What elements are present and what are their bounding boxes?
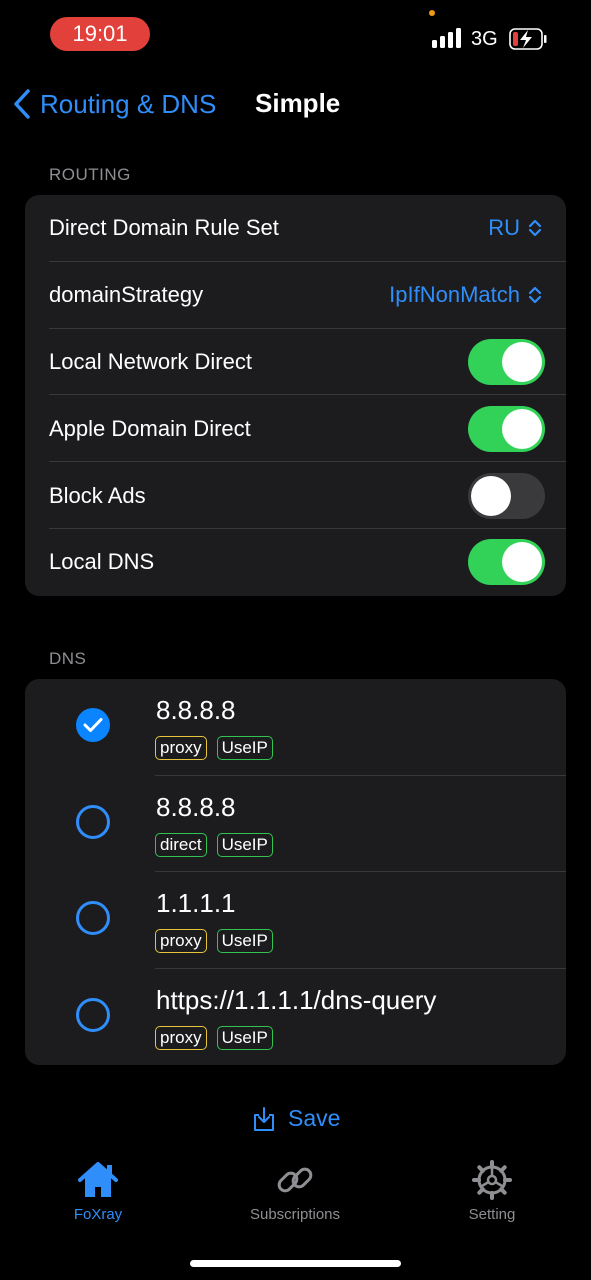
row-label: Local DNS: [49, 549, 155, 575]
row-label: Block Ads: [49, 482, 146, 508]
row-label: domainStrategy: [49, 282, 204, 308]
radio-unchecked-icon[interactable]: [76, 997, 110, 1032]
back-label: Routing & DNS: [40, 88, 217, 119]
row-direct-domain-rule-set[interactable]: Direct Domain Rule Set RU: [25, 195, 566, 262]
dns-tag: direct: [155, 832, 207, 857]
row-block-ads: Block Ads: [25, 462, 566, 529]
dns-tag: UseIP: [216, 1025, 273, 1050]
dns-tag: UseIP: [216, 929, 273, 953]
home-indicator: [190, 1260, 401, 1267]
apple-domain-direct-toggle[interactable]: [468, 405, 545, 452]
dns-card: 8.8.8.8 proxy UseIP 8.8.8.8 direct UseIP…: [25, 679, 566, 1065]
download-icon: [254, 1106, 274, 1131]
status-time: 19:01: [50, 17, 150, 51]
network-type: 3G: [471, 28, 498, 50]
dns-server-row[interactable]: https://1.1.1.1/dns-query proxy UseIP: [25, 969, 566, 1066]
tab-label: FoXray: [73, 1206, 123, 1223]
page-title: Simple: [255, 88, 341, 118]
dns-address: 1.1.1.1: [156, 888, 236, 918]
domain-strategy-picker[interactable]: IpIfNonMatch: [389, 282, 542, 308]
dns-tag: proxy: [155, 1025, 207, 1050]
back-button[interactable]: Routing & DNS: [12, 84, 216, 124]
chevron-up-down-icon: [528, 220, 542, 237]
dns-address: https://1.1.1.1/dns-query: [156, 984, 437, 1015]
save-label: Save: [288, 1105, 341, 1131]
dns-section-label: DNS: [49, 649, 87, 668]
dns-address: 8.8.8.8: [156, 791, 236, 822]
radio-checked-icon[interactable]: [76, 708, 110, 742]
row-label: Apple Domain Direct: [49, 415, 251, 441]
routing-section-label: ROUTING: [49, 165, 131, 184]
save-button[interactable]: Save: [252, 1105, 340, 1132]
routing-card: Direct Domain Rule Set RU domainStrategy…: [25, 195, 566, 596]
house-icon: [78, 1162, 118, 1197]
local-dns-toggle[interactable]: [468, 539, 545, 586]
dns-tag: proxy: [155, 736, 207, 760]
dns-server-row[interactable]: 1.1.1.1 proxy UseIP: [25, 872, 566, 969]
chevron-up-down-icon: [528, 287, 542, 304]
gear-icon: [472, 1160, 512, 1200]
dns-server-row[interactable]: 8.8.8.8 proxy UseIP: [25, 679, 566, 776]
tab-subscriptions[interactable]: Subscriptions: [225, 1160, 365, 1223]
tab-label: Subscriptions: [249, 1206, 341, 1223]
dns-tag: UseIP: [216, 832, 273, 857]
row-label: Local Network Direct: [49, 348, 252, 374]
tab-foxray[interactable]: FoXray: [28, 1160, 168, 1223]
radio-unchecked-icon[interactable]: [76, 901, 110, 935]
local-network-direct-toggle[interactable]: [468, 338, 545, 385]
tab-label: Setting: [468, 1206, 516, 1223]
row-domain-strategy[interactable]: domainStrategy IpIfNonMatch: [25, 262, 566, 329]
battery-icon: [509, 28, 547, 50]
dns-tag: proxy: [155, 929, 207, 953]
picker-value: IpIfNonMatch: [389, 282, 520, 308]
signal-icon: [432, 28, 461, 48]
dns-address: 8.8.8.8: [156, 695, 236, 725]
chevron-left-icon: [14, 89, 30, 119]
row-local-network-direct: Local Network Direct: [25, 329, 566, 396]
rule-set-picker[interactable]: RU: [488, 215, 542, 241]
link-icon: [277, 1167, 313, 1193]
row-apple-domain-direct: Apple Domain Direct: [25, 395, 566, 463]
tab-bar: FoXray Subscriptions Setting: [0, 1160, 591, 1240]
row-local-dns: Local DNS: [25, 529, 566, 596]
privacy-indicator: [429, 10, 435, 16]
block-ads-toggle[interactable]: [468, 472, 545, 519]
tab-setting[interactable]: Setting: [422, 1160, 562, 1223]
radio-unchecked-icon[interactable]: [76, 804, 110, 839]
dns-server-row[interactable]: 8.8.8.8 direct UseIP: [25, 776, 566, 872]
dns-tag: UseIP: [216, 736, 273, 760]
picker-value: RU: [488, 215, 520, 241]
row-label: Direct Domain Rule Set: [49, 215, 279, 241]
